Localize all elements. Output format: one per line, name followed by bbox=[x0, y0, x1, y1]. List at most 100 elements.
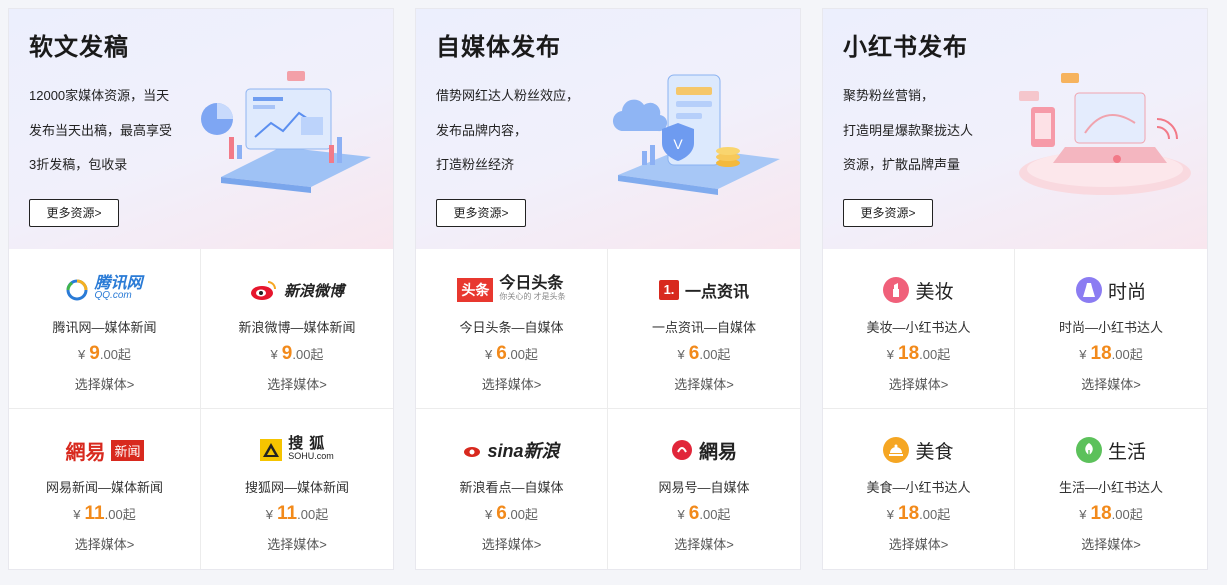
desc-line: 3折发稿，包收录 bbox=[29, 157, 128, 172]
desc-line: 聚势粉丝营销， bbox=[843, 88, 935, 103]
price: ¥18.00起 bbox=[1079, 503, 1143, 524]
category-card-makeup[interactable]: 美妆 美妆—小红书达人 ¥18.00起 选择媒体> bbox=[823, 249, 1015, 409]
svg-text:V: V bbox=[673, 136, 683, 152]
netease-hao-logo: 網易 bbox=[608, 435, 800, 465]
select-media-link[interactable]: 选择媒体> bbox=[608, 534, 800, 553]
media-card-tencent[interactable]: 腾讯网 QQ.com 腾讯网—媒体新闻 ¥9.00起 选择媒体> bbox=[9, 249, 201, 409]
food-logo: 美食 bbox=[823, 435, 1014, 465]
media-card-toutiao[interactable]: 头条 今日头条 你关心的 才是头条 今日头条—自媒体 ¥6.00起 选择媒体> bbox=[416, 249, 608, 409]
select-media-link[interactable]: 选择媒体> bbox=[416, 374, 607, 393]
media-name: 生活—小红书达人 bbox=[1058, 480, 1163, 495]
media-name: 美妆—小红书达人 bbox=[866, 320, 971, 335]
logo-sub: 你关心的 才是头条 bbox=[499, 292, 566, 301]
desc-line: 发布品牌内容， bbox=[436, 122, 528, 138]
lipstick-icon bbox=[883, 277, 910, 303]
select-media-link[interactable]: 选择媒体> bbox=[9, 374, 200, 393]
media-name: 一点资讯—自媒体 bbox=[651, 320, 756, 335]
sina-eye-icon bbox=[464, 447, 481, 457]
panel-title: 自媒体发布 bbox=[436, 34, 561, 61]
price: ¥18.00起 bbox=[886, 503, 951, 524]
logo-text: 網易 bbox=[698, 441, 737, 463]
category-label: 美食 bbox=[915, 441, 954, 463]
desc-line: 打造粉丝经济 bbox=[436, 157, 515, 172]
select-media-link[interactable]: 选择媒体> bbox=[1015, 374, 1207, 393]
sohu-logo: 搜狐 SOHU.com bbox=[201, 435, 393, 465]
logo-text: 網易 bbox=[65, 441, 106, 464]
more-resources-button[interactable]: 更多资源> bbox=[843, 199, 933, 227]
logo-text: 搜狐 bbox=[288, 435, 331, 452]
select-media-link[interactable]: 选择媒体> bbox=[823, 534, 1014, 553]
banner: 软文发稿 12000家媒体资源，当天 发布当天出稿，最高享受 3折发稿，包收录 … bbox=[9, 9, 393, 249]
logo-text: 今日头条 bbox=[499, 275, 564, 292]
desc-line: 资源，扩散品牌声量 bbox=[843, 157, 961, 172]
media-name: 今日头条—自媒体 bbox=[459, 320, 564, 335]
desc-line: 发布当天出稿，最高享受 bbox=[29, 122, 173, 138]
logo-text: 腾讯网 bbox=[94, 275, 143, 292]
category-label: 生活 bbox=[1107, 441, 1146, 463]
fashion-logo: 时尚 bbox=[1015, 275, 1207, 305]
weibo-logo: 新浪微博 bbox=[201, 275, 393, 305]
media-name: 腾讯网—媒体新闻 bbox=[52, 320, 157, 335]
desc-line: 12000家媒体资源，当天 bbox=[29, 88, 170, 103]
category-label: 时尚 bbox=[1107, 281, 1146, 303]
logo-text: sina新浪 bbox=[487, 441, 560, 461]
logo-badge: 头条 bbox=[457, 278, 494, 302]
more-resources-button[interactable]: 更多资源> bbox=[29, 199, 119, 227]
more-resources-button[interactable]: 更多资源> bbox=[436, 199, 526, 227]
price: ¥6.00起 bbox=[677, 343, 731, 364]
desc-line: 借势网红达人粉丝效应， bbox=[436, 88, 580, 103]
toutiao-logo: 头条 今日头条 你关心的 才是头条 bbox=[416, 275, 607, 305]
logo-text: 一点资讯 bbox=[684, 284, 749, 301]
select-media-link[interactable]: 选择媒体> bbox=[608, 374, 800, 393]
panel-self-media: 自媒体发布 借势网红达人粉丝效应， 发布品牌内容， 打造粉丝经济 更多资源> V bbox=[415, 8, 801, 570]
panel-xiaohongshu: 小红书发布 聚势粉丝营销， 打造明星爆款聚拢达人 资源，扩散品牌声量 更多资源> bbox=[822, 8, 1208, 570]
category-card-food[interactable]: 美食 美食—小红书达人 ¥18.00起 选择媒体> bbox=[823, 409, 1015, 569]
media-name: 网易新闻—媒体新闻 bbox=[45, 480, 163, 495]
media-card-netease-news[interactable]: 網易 新闻 网易新闻—媒体新闻 ¥11.00起 选择媒体> bbox=[9, 409, 201, 569]
media-card-yidian[interactable]: 1. 一点资讯 一点资讯—自媒体 ¥6.00起 选择媒体> bbox=[608, 249, 800, 409]
select-media-link[interactable]: 选择媒体> bbox=[201, 374, 393, 393]
category-label: 美妆 bbox=[915, 281, 954, 303]
panel-title: 小红书发布 bbox=[843, 34, 968, 61]
logo-badge: 新闻 bbox=[111, 439, 144, 461]
dress-icon bbox=[1075, 277, 1102, 303]
select-media-link[interactable]: 选择媒体> bbox=[416, 534, 607, 553]
price: ¥6.00起 bbox=[677, 503, 731, 524]
makeup-logo: 美妆 bbox=[823, 275, 1014, 305]
life-logo: 生活 bbox=[1015, 435, 1207, 465]
category-card-life[interactable]: 生活 生活—小红书达人 ¥18.00起 选择媒体> bbox=[1015, 409, 1207, 569]
social-laptop-illustration bbox=[1019, 73, 1191, 195]
price: ¥6.00起 bbox=[485, 343, 538, 364]
select-media-link[interactable]: 选择媒体> bbox=[1015, 534, 1207, 553]
panel-description: 借势网红达人粉丝效应， 发布品牌内容， 打造粉丝经济 bbox=[436, 85, 601, 189]
media-card-sina-weibo[interactable]: 新浪微博 新浪微博—媒体新闻 ¥9.00起 选择媒体> bbox=[201, 249, 393, 409]
select-media-link[interactable]: 选择媒体> bbox=[823, 374, 1014, 393]
price: ¥9.00起 bbox=[270, 343, 324, 364]
select-media-link[interactable]: 选择媒体> bbox=[201, 534, 393, 553]
media-name: 时尚—小红书达人 bbox=[1058, 320, 1163, 335]
dish-icon bbox=[883, 437, 910, 463]
media-name: 新浪看点—自媒体 bbox=[459, 480, 564, 495]
select-media-link[interactable]: 选择媒体> bbox=[9, 534, 200, 553]
media-grid: 美妆 美妆—小红书达人 ¥18.00起 选择媒体> 时尚 时尚—小红书达人 ¥1… bbox=[823, 249, 1207, 569]
leaf-icon bbox=[1075, 437, 1102, 463]
panel-description: 12000家媒体资源，当天 发布当天出稿，最高享受 3折发稿，包收录 bbox=[29, 85, 194, 189]
category-card-fashion[interactable]: 时尚 时尚—小红书达人 ¥18.00起 选择媒体> bbox=[1015, 249, 1207, 409]
tencent-icon bbox=[66, 279, 88, 301]
sohu-fox-icon bbox=[260, 439, 283, 461]
media-name: 新浪微博—媒体新闻 bbox=[238, 320, 356, 335]
netease-news-logo: 網易 新闻 bbox=[9, 435, 200, 465]
netease-icon bbox=[671, 440, 692, 460]
banner: 自媒体发布 借势网红达人粉丝效应， 发布品牌内容， 打造粉丝经济 更多资源> V bbox=[416, 9, 800, 249]
media-name: 搜狐网—媒体新闻 bbox=[244, 480, 349, 495]
price: ¥6.00起 bbox=[485, 503, 538, 524]
laptop-chart-illustration bbox=[201, 71, 371, 193]
yidian-logo: 1. 一点资讯 bbox=[608, 275, 800, 305]
media-card-sina-kandian[interactable]: sina新浪 新浪看点—自媒体 ¥6.00起 选择媒体> bbox=[416, 409, 608, 569]
media-card-sohu[interactable]: 搜狐 SOHU.com 搜狐网—媒体新闻 ¥11.00起 选择媒体> bbox=[201, 409, 393, 569]
media-name: 美食—小红书达人 bbox=[866, 480, 971, 495]
sina-logo: sina新浪 bbox=[416, 435, 607, 465]
panel-soft-article: 软文发稿 12000家媒体资源，当天 发布当天出稿，最高享受 3折发稿，包收录 … bbox=[8, 8, 394, 570]
tencent-logo: 腾讯网 QQ.com bbox=[9, 275, 200, 305]
media-card-netease-hao[interactable]: 網易 网易号—自媒体 ¥6.00起 选择媒体> bbox=[608, 409, 800, 569]
